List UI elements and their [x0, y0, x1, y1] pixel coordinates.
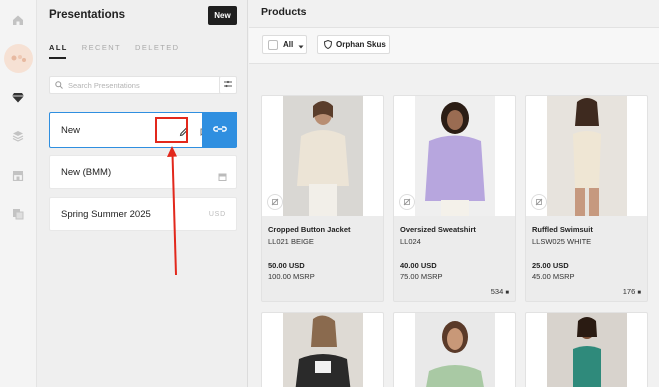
copy-icon[interactable]: [10, 206, 26, 222]
stock-count: 534 ■: [490, 287, 509, 296]
store-icon[interactable]: [10, 167, 26, 183]
product-name: Ruffled Swimsuit: [532, 225, 593, 234]
new-presentation-button[interactable]: New: [208, 6, 237, 25]
product-price: 50.00 USD: [268, 261, 305, 270]
product-code: LL024: [400, 237, 421, 246]
product-photo: [547, 313, 627, 387]
lock-icon: ■: [637, 290, 641, 296]
product-photo: [415, 313, 495, 387]
chevron-down-icon: [298, 36, 304, 54]
product-code: LLSW025 WHITE: [532, 237, 592, 246]
left-rail: [0, 0, 37, 387]
filter-button[interactable]: [219, 76, 237, 94]
currency-tag: USD: [208, 211, 226, 218]
orphan-skus-button[interactable]: Orphan Skus: [317, 35, 390, 54]
product-image: [394, 96, 515, 216]
product-code: LL021 BEIGE: [268, 237, 314, 246]
tab-all[interactable]: ALL: [49, 43, 68, 52]
product-name: Oversized Sweatshirt: [400, 225, 476, 234]
presentation-label: Spring Summer 2025: [61, 209, 151, 220]
avatar[interactable]: [4, 44, 33, 73]
search-icon: [55, 76, 63, 94]
layers-icon[interactable]: [10, 128, 26, 144]
product-image: [262, 96, 383, 216]
diamond-icon[interactable]: [10, 89, 26, 105]
panel-title: Presentations: [49, 9, 126, 21]
no-image-badge: [399, 194, 415, 210]
product-msrp: 75.00 MSRP: [400, 272, 443, 281]
stock-count: 176 ■: [622, 287, 641, 296]
select-all-dropdown[interactable]: All: [262, 35, 307, 54]
store-icon: [218, 168, 227, 186]
no-image-badge: [531, 194, 547, 210]
presentations-panel: Presentations New ALL RECENT DELETED Sea…: [37, 0, 248, 387]
product-name: Cropped Button Jacket: [268, 225, 351, 234]
annotation-arrow: [167, 146, 177, 276]
orphan-skus-label: Orphan Skus: [336, 40, 386, 49]
filter-icon: [223, 76, 233, 94]
page-title: Products: [261, 6, 307, 18]
presentation-label: New: [61, 125, 81, 136]
home-icon[interactable]: [10, 12, 26, 28]
no-image-badge: [267, 194, 283, 210]
product-price: 40.00 USD: [400, 261, 437, 270]
product-card[interactable]: Oversized Sweatshirt LL024 40.00 USD 75.…: [393, 95, 516, 302]
select-all-label: All: [283, 40, 294, 49]
presentation-label: New (BMM): [61, 167, 112, 178]
presentation-item-new[interactable]: New: [49, 112, 237, 148]
presentation-item-new-bmm[interactable]: New (BMM): [49, 155, 237, 189]
link-icon: [212, 121, 227, 139]
product-msrp: 100.00 MSRP: [268, 272, 315, 281]
share-button[interactable]: [202, 112, 237, 147]
product-card[interactable]: Ruffled Swimsuit LLSW025 WHITE 25.00 USD…: [525, 95, 648, 302]
product-card[interactable]: Cropped Button Jacket LL021 BEIGE 50.00 …: [261, 95, 384, 302]
search-placeholder: Search Presentations: [68, 80, 140, 90]
product-card[interactable]: [261, 312, 384, 387]
tab-deleted[interactable]: DELETED: [135, 43, 179, 52]
product-image: [526, 96, 647, 216]
search-input[interactable]: Search Presentations: [49, 76, 225, 94]
product-photo: [283, 96, 363, 216]
active-tab-indicator: [49, 57, 66, 59]
select-all-checkbox[interactable]: [268, 39, 278, 50]
presentation-tabs: ALL RECENT DELETED: [49, 43, 179, 52]
tab-recent[interactable]: RECENT: [82, 43, 121, 52]
product-photo: [547, 96, 627, 216]
product-photo: [415, 96, 495, 216]
lock-icon: ■: [505, 290, 509, 296]
product-card[interactable]: [525, 312, 648, 387]
product-card[interactable]: [393, 312, 516, 387]
product-price: 25.00 USD: [532, 261, 569, 270]
product-photo: [283, 313, 363, 387]
shield-icon: [323, 36, 333, 54]
products-toolbar: All Orphan Skus: [249, 28, 659, 64]
product-msrp: 45.00 MSRP: [532, 272, 575, 281]
presentation-item-spring-summer-2025[interactable]: Spring Summer 2025 USD: [49, 197, 237, 231]
